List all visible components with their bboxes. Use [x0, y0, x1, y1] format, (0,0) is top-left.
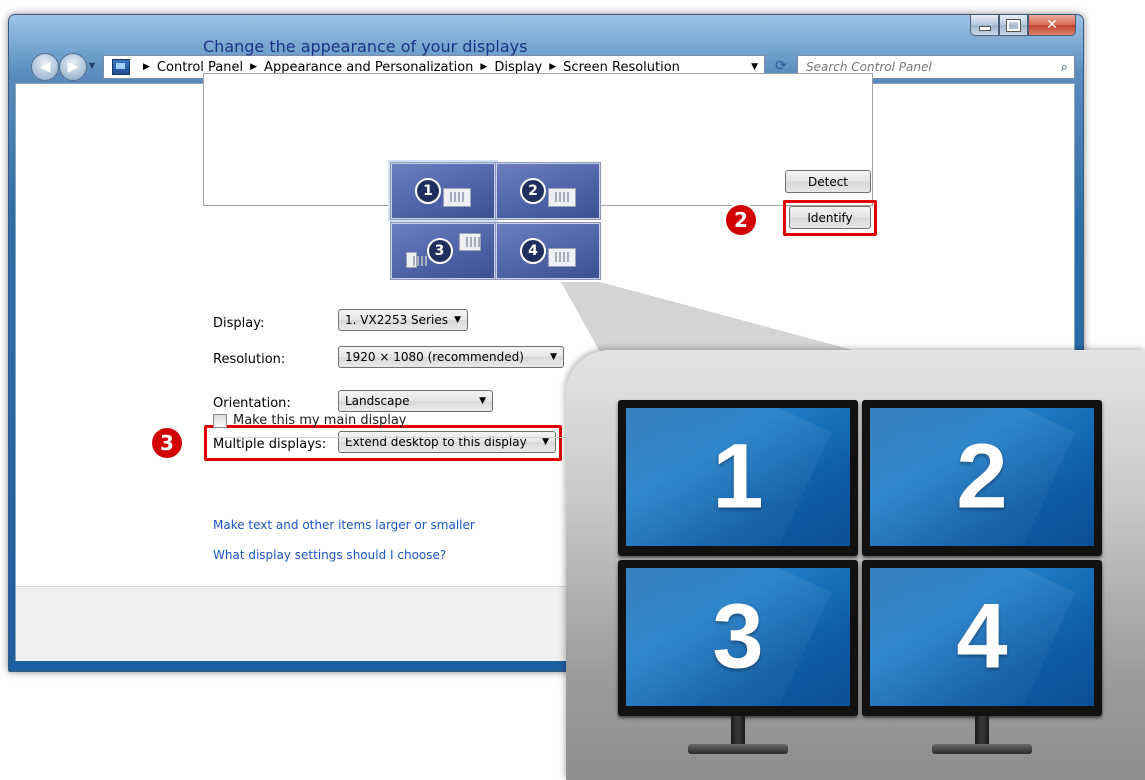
- resolution-select-value: 1920 × 1080 (recommended): [345, 350, 524, 364]
- quad-monitor-callout: 1 2 3 4: [566, 350, 1145, 780]
- big-monitor-screen: 3: [626, 568, 850, 706]
- step-3-badge: 3: [152, 428, 182, 458]
- big-monitor-number: 2: [956, 425, 1008, 528]
- step-2-badge: 2: [726, 205, 756, 235]
- display-select-value: 1. VX2253 Series: [345, 313, 448, 327]
- breadcrumb-separator-icon[interactable]: ▶: [250, 62, 257, 72]
- chevron-down-icon: ▼: [479, 396, 486, 406]
- chevron-down-icon: ▼: [550, 352, 557, 362]
- caption-buttons: ✕: [970, 15, 1076, 36]
- maximize-icon: [1006, 18, 1021, 32]
- divider: [213, 437, 585, 438]
- back-arrow-icon: ◀: [39, 59, 51, 75]
- big-monitor-number: 3: [712, 585, 764, 688]
- forward-button[interactable]: ▶: [59, 53, 87, 81]
- address-dropdown-icon[interactable]: ▼: [751, 62, 758, 72]
- back-button[interactable]: ◀: [31, 53, 59, 81]
- monitor-base: [688, 744, 788, 754]
- multiple-displays-highlight-box: [204, 425, 562, 461]
- monitor-thumbnail-4[interactable]: 4: [495, 222, 601, 280]
- monitor-thumbnail-1[interactable]: 1: [388, 160, 498, 222]
- identify-highlight-box: [783, 200, 877, 236]
- minimize-icon: [978, 25, 991, 31]
- display-settings-help-link[interactable]: What display settings should I choose?: [213, 548, 446, 562]
- detect-button[interactable]: Detect: [785, 170, 871, 193]
- close-icon: ✕: [1046, 17, 1058, 33]
- big-monitor-1: 1: [618, 400, 858, 556]
- minimize-button[interactable]: [970, 15, 999, 36]
- big-monitor-screen: 1: [626, 408, 850, 546]
- page-title: Change the appearance of your displays: [203, 37, 528, 56]
- big-monitor-3: 3: [618, 560, 858, 716]
- monitor-thumbnail-2[interactable]: 2: [495, 162, 601, 220]
- orientation-select-value: Landscape: [345, 394, 410, 408]
- main-display-label: Make this my main display: [233, 413, 407, 428]
- text-size-link[interactable]: Make text and other items larger or smal…: [213, 518, 475, 532]
- refresh-icon: ⟳: [775, 58, 787, 74]
- orientation-select[interactable]: Landscape ▼: [338, 390, 493, 412]
- monitor-number-badge: 2: [520, 178, 546, 204]
- monitor-mini-icon: [548, 247, 576, 267]
- big-monitor-number: 4: [956, 585, 1008, 688]
- big-monitor-number: 1: [712, 425, 764, 528]
- monitor-thumbnail-3[interactable]: 3: [390, 222, 496, 280]
- orientation-label: Orientation:: [213, 396, 291, 411]
- big-monitor-4: 4: [862, 560, 1102, 716]
- monitor-mini-icon: [443, 187, 471, 207]
- maximize-button[interactable]: [999, 15, 1028, 36]
- display-label: Display:: [213, 316, 265, 331]
- recent-pages-dropdown[interactable]: ▼: [89, 61, 95, 70]
- forward-arrow-icon: ▶: [67, 59, 79, 75]
- breadcrumb-separator-icon[interactable]: ▶: [549, 62, 556, 72]
- monitor-base: [932, 744, 1032, 754]
- close-button[interactable]: ✕: [1028, 15, 1076, 36]
- main-display-checkbox[interactable]: [213, 413, 227, 428]
- display-select[interactable]: 1. VX2253 Series ▼: [338, 309, 468, 331]
- chevron-down-icon: ▼: [454, 315, 461, 325]
- breadcrumb-separator-icon[interactable]: ▶: [143, 62, 150, 72]
- breadcrumb-separator-icon[interactable]: ▶: [480, 62, 487, 72]
- monitor-mini-icon: [458, 233, 481, 251]
- monitor-number-badge: 4: [520, 238, 546, 264]
- search-icon[interactable]: ⌕: [1061, 60, 1068, 75]
- monitor-number-badge: 1: [415, 178, 441, 204]
- big-monitor-screen: 2: [870, 408, 1094, 546]
- resolution-select[interactable]: 1920 × 1080 (recommended) ▼: [338, 346, 564, 368]
- control-panel-icon: [112, 59, 130, 75]
- big-monitor-2: 2: [862, 400, 1102, 556]
- resolution-label: Resolution:: [213, 352, 286, 367]
- monitor-number-badge: 3: [426, 238, 453, 264]
- monitor-mini-icon: [548, 187, 576, 207]
- big-monitor-screen: 4: [870, 568, 1094, 706]
- monitor-mini-icon: [405, 252, 427, 268]
- main-display-checkbox-row[interactable]: Make this my main display: [213, 413, 407, 428]
